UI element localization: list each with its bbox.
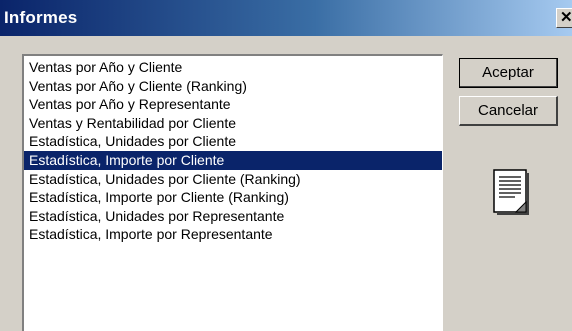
report-list-item[interactable]: Ventas por Año y Cliente <box>24 58 442 77</box>
report-list-item[interactable]: Ventas por Año y Representante <box>24 95 442 114</box>
close-icon: ✕ <box>560 9 572 26</box>
informes-dialog: Informes ✕ Ventas por Año y Cliente Venta… <box>0 0 572 331</box>
report-list-item[interactable]: Ventas por Año y Cliente (Ranking) <box>24 77 442 96</box>
title-bar[interactable]: Informes ✕ <box>0 0 572 36</box>
close-button[interactable]: ✕ <box>556 8 572 28</box>
report-document-icon <box>493 169 529 215</box>
report-list-item[interactable]: Estadística, Unidades por Representante <box>24 207 442 226</box>
reports-listbox[interactable]: Ventas por Año y Cliente Ventas por Año y… <box>22 54 443 331</box>
report-list-item[interactable]: Estadística, Unidades por Cliente (Ranki… <box>24 170 442 189</box>
accept-button[interactable]: Aceptar <box>459 58 558 88</box>
report-list-item[interactable]: Estadística, Importe por Representante <box>24 225 442 244</box>
report-list-item[interactable]: Estadística, Importe por Cliente <box>24 150 442 170</box>
reports-list: Ventas por Año y Cliente Ventas por Año y… <box>24 56 442 244</box>
report-list-item[interactable]: Estadística, Importe por Cliente (Rankin… <box>24 188 442 207</box>
report-list-item[interactable]: Ventas y Rentabilidad por Cliente <box>24 114 442 133</box>
window-title: Informes <box>4 8 78 27</box>
report-list-item[interactable]: Estadística, Unidades por Cliente <box>24 132 442 151</box>
cancel-button[interactable]: Cancelar <box>459 96 558 126</box>
